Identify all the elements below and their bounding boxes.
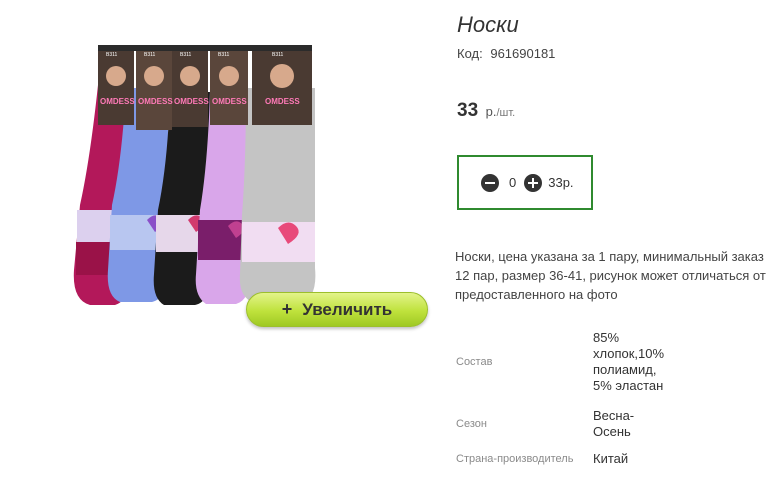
package-brand-4: OMDESS [212,97,247,106]
plus-icon: + [281,299,293,319]
product-code-value: 961690181 [490,46,556,61]
price-unit: р./шт. [486,104,516,119]
package-code-2: B311 [144,52,156,58]
property-name: Сезон [456,418,487,430]
package-brand-3: OMDESS [174,97,209,106]
product-title: Носки [457,12,519,37]
package-brand-2: OMDESS [138,97,173,106]
plus-circle-icon[interactable] [524,173,543,192]
property-row-season: Сезон Весна-Осень [456,402,768,446]
product-price: 33 р./шт. [457,100,515,122]
package-code-4: B311 [218,52,230,58]
package-code-3: B311 [180,52,192,58]
product-code: Код: 961690181 [457,46,555,61]
product-properties: Состав 85% хлопок,10% полиамид, 5% эласт… [456,322,768,472]
zoom-button[interactable]: + Увеличить [246,292,428,327]
property-name: Страна-производитель [456,453,574,465]
package-brand-5: OMDESS [265,97,300,106]
property-name: Состав [456,356,493,368]
quantity-value: 0 [509,175,517,190]
product-code-label: Код: [457,46,483,61]
product-description: Носки, цена указана за 1 пару, минимальн… [455,249,766,302]
price-currency: р. [485,104,497,119]
package-code-1: B311 [106,52,118,58]
quantity-total: 33р. [548,175,574,190]
property-row-composition: Состав 85% хлопок,10% полиамид, 5% эласт… [456,322,768,402]
package-brand-1: OMDESS [100,97,135,106]
product-image[interactable]: B311 B311 B311 B311 B311 OMDESS OMDESS O… [60,30,440,330]
property-row-country: Страна-производитель Китай [456,446,768,472]
price-value: 33 [457,100,479,121]
property-value: 85% хлопок,10% полиамид, 5% эластан [593,330,665,393]
price-per-unit: /шт. [496,107,516,119]
package-code-5: B311 [272,52,284,58]
quantity-selector: 0 33р. [457,155,593,210]
minus-icon[interactable] [481,173,499,192]
zoom-button-label: Увеличить [302,299,393,319]
property-value: Весна-Осень [593,408,635,439]
property-value: Китай [593,451,629,466]
